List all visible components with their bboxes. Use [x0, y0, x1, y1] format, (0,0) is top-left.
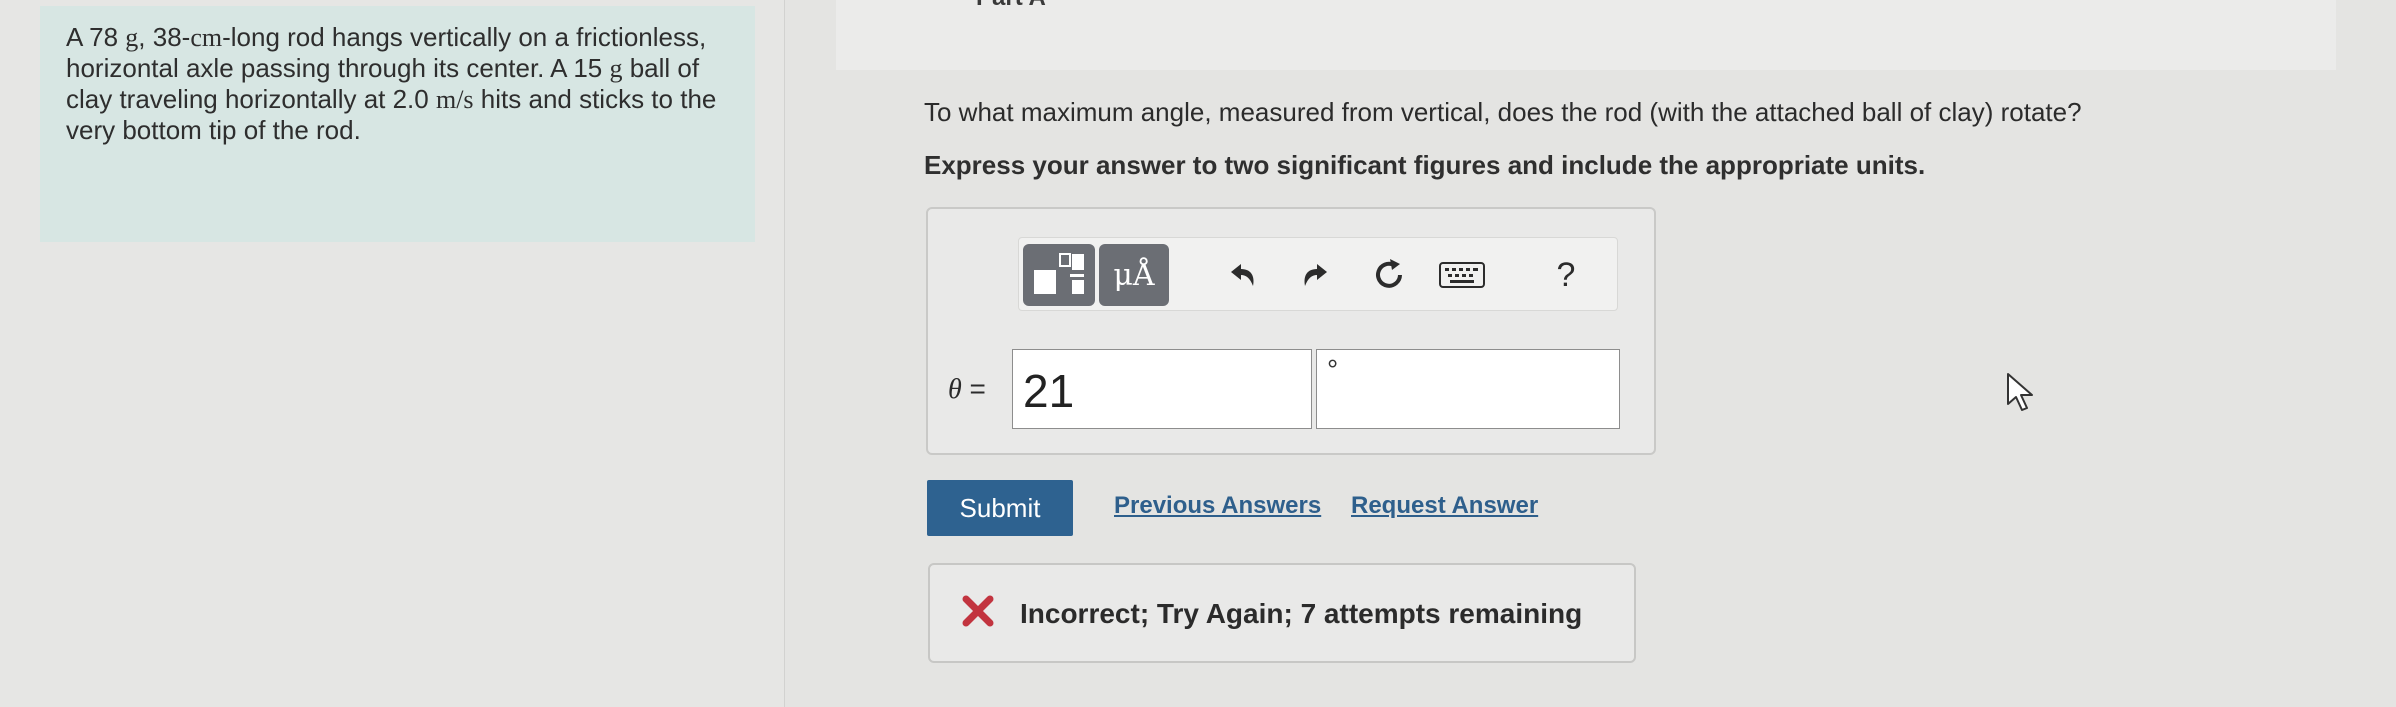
problem-text-1: A 78	[66, 22, 119, 52]
keyboard-icon[interactable]	[1437, 250, 1487, 300]
unit-input[interactable]: °	[1316, 349, 1620, 429]
reset-icon[interactable]	[1364, 250, 1414, 300]
instruction-text: Express your answer to two significant f…	[924, 150, 1926, 180]
x-icon	[960, 593, 996, 629]
help-label: ?	[1556, 255, 1576, 294]
feedback-box: Incorrect; Try Again; 7 attempts remaini…	[928, 563, 1636, 663]
problem-pane: A 78 g, 38-cm-long rod hangs vertically …	[0, 0, 785, 707]
help-icon[interactable]: ?	[1541, 250, 1591, 300]
mouse-cursor-icon	[2005, 372, 2039, 412]
equals-sign: =	[969, 373, 986, 404]
previous-answers-link[interactable]: Previous Answers	[1114, 492, 1321, 520]
problem-unit-3: g	[609, 54, 623, 83]
feedback-text: Incorrect; Try Again; 7 attempts remaini…	[1020, 598, 1583, 629]
templates-button[interactable]	[1023, 244, 1095, 306]
part-header[interactable]: Part A	[836, 0, 2336, 70]
value-input[interactable]: 21	[1012, 349, 1312, 429]
answer-panel: μÅ ? θ = 21 °	[926, 207, 1656, 455]
question-pane: Part A To what maximum angle, measured f…	[786, 0, 2396, 707]
redo-icon[interactable]	[1291, 250, 1341, 300]
answer-row: θ = 21 °	[928, 349, 1654, 433]
part-title: Part A	[976, 0, 1046, 12]
units-label: μÅ	[1113, 257, 1155, 293]
problem-text-2: , 38-	[138, 22, 191, 52]
problem-unit-4: m/s	[435, 85, 474, 114]
question-text: To what maximum angle, measured from ver…	[924, 97, 2082, 127]
units-button[interactable]: μÅ	[1099, 244, 1169, 306]
math-toolbar: μÅ ?	[1018, 237, 1618, 311]
problem-statement: A 78 g, 38-cm-long rod hangs vertically …	[40, 6, 755, 242]
variable-label: θ =	[948, 373, 986, 406]
problem-unit-2: cm	[190, 23, 223, 52]
submit-button[interactable]: Submit	[927, 480, 1073, 536]
problem-unit-1: g	[125, 23, 139, 52]
request-answer-link[interactable]: Request Answer	[1351, 492, 1538, 520]
variable-symbol: θ	[948, 374, 962, 405]
undo-icon[interactable]	[1217, 250, 1267, 300]
templates-icon	[1034, 253, 1084, 294]
